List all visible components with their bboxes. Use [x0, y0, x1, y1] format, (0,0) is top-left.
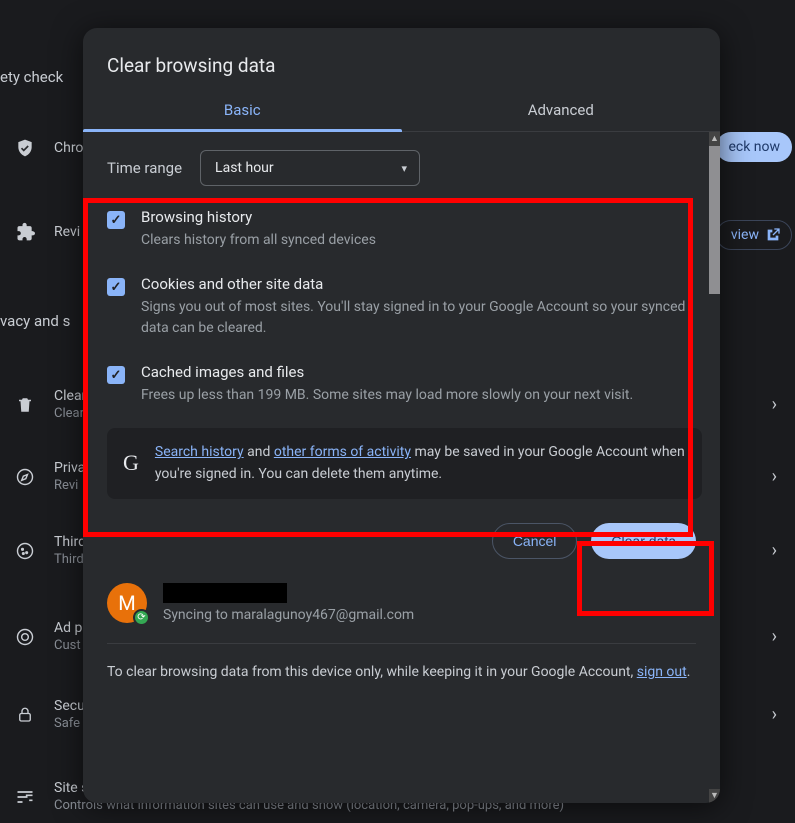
ad-icon: [14, 627, 36, 647]
google-account-note: G Search history and other forms of acti…: [107, 428, 702, 499]
cancel-button[interactable]: Cancel: [492, 523, 578, 559]
checkbox-checked-icon[interactable]: ✓: [107, 278, 125, 296]
checkbox-checked-icon[interactable]: ✓: [107, 366, 125, 384]
chevron-right-icon: ›: [772, 626, 777, 647]
account-row: M ⟳ Syncing to maralagunoy467@gmail.com: [83, 565, 720, 631]
compass-icon: [14, 467, 36, 487]
view-button[interactable]: view: [716, 220, 792, 250]
dialog-tabs: Basic Advanced: [83, 91, 720, 132]
bg-chrome-text: Chro: [54, 140, 83, 156]
cookie-icon: [14, 541, 36, 561]
tune-icon: [14, 787, 36, 807]
option-cookies[interactable]: ✓ Cookies and other site data Signs you …: [83, 263, 720, 351]
option-desc: Frees up less than 199 MB. Some sites ma…: [141, 385, 633, 406]
open-external-icon: [765, 227, 781, 243]
time-range-label: Time range: [107, 159, 182, 177]
sign-out-link[interactable]: sign out: [637, 664, 687, 680]
trash-icon: [14, 396, 36, 414]
scroll-up-icon[interactable]: ▲: [709, 132, 720, 146]
time-range-value: Last hour: [215, 160, 274, 176]
dialog-buttons: Cancel Clear data: [83, 503, 720, 565]
dialog-title: Clear browsing data: [83, 28, 720, 91]
bg-review-text: Revi: [54, 224, 80, 240]
divider: [107, 643, 696, 644]
time-range-row: Time range Last hour ▾: [83, 132, 720, 196]
search-history-link[interactable]: Search history: [155, 444, 244, 460]
chevron-right-icon: ›: [772, 704, 777, 725]
option-desc: Clears history from all synced devices: [141, 230, 376, 251]
clear-browsing-data-dialog: Clear browsing data Basic Advanced ▲ ▼ T…: [83, 28, 720, 803]
scrollbar[interactable]: ▲ ▼: [708, 132, 720, 803]
account-name-redacted: [163, 583, 287, 603]
option-cache[interactable]: ✓ Cached images and files Frees up less …: [83, 351, 720, 418]
lock-icon: [14, 706, 36, 724]
account-sync-text: Syncing to maralagunoy467@gmail.com: [163, 607, 414, 623]
scrollbar-thumb[interactable]: [709, 146, 720, 294]
check-now-button[interactable]: eck now: [716, 132, 792, 162]
time-range-select[interactable]: Last hour ▾: [200, 150, 420, 186]
chevron-right-icon: ›: [772, 466, 777, 487]
google-icon: G: [123, 446, 139, 480]
sync-badge-icon: ⟳: [133, 609, 150, 626]
tab-basic[interactable]: Basic: [83, 91, 402, 131]
option-title: Cookies and other site data: [141, 275, 690, 293]
chevron-down-icon: ▾: [402, 162, 408, 175]
other-activity-link[interactable]: other forms of activity: [274, 444, 411, 460]
scroll-down-icon[interactable]: ▼: [709, 789, 720, 803]
clear-data-button[interactable]: Clear data: [591, 523, 696, 559]
option-title: Cached images and files: [141, 363, 633, 381]
avatar: M ⟳: [107, 583, 147, 623]
shield-check-icon: [14, 138, 36, 158]
bg-section-privacy: vacy and s: [0, 312, 70, 330]
chevron-right-icon: ›: [772, 540, 777, 561]
tab-advanced[interactable]: Advanced: [402, 91, 721, 131]
dialog-content: ▲ ▼ Time range Last hour ▾ ✓ Browsing hi…: [83, 132, 720, 803]
extension-icon: [14, 222, 36, 242]
footer-note: To clear browsing data from this device …: [83, 656, 720, 704]
option-desc: Signs you out of most sites. You'll stay…: [141, 297, 690, 339]
checkbox-checked-icon[interactable]: ✓: [107, 211, 125, 229]
option-browsing-history[interactable]: ✓ Browsing history Clears history from a…: [83, 196, 720, 263]
option-title: Browsing history: [141, 208, 376, 226]
chevron-right-icon: ›: [772, 394, 777, 415]
bg-section-safety: ety check: [0, 68, 63, 86]
